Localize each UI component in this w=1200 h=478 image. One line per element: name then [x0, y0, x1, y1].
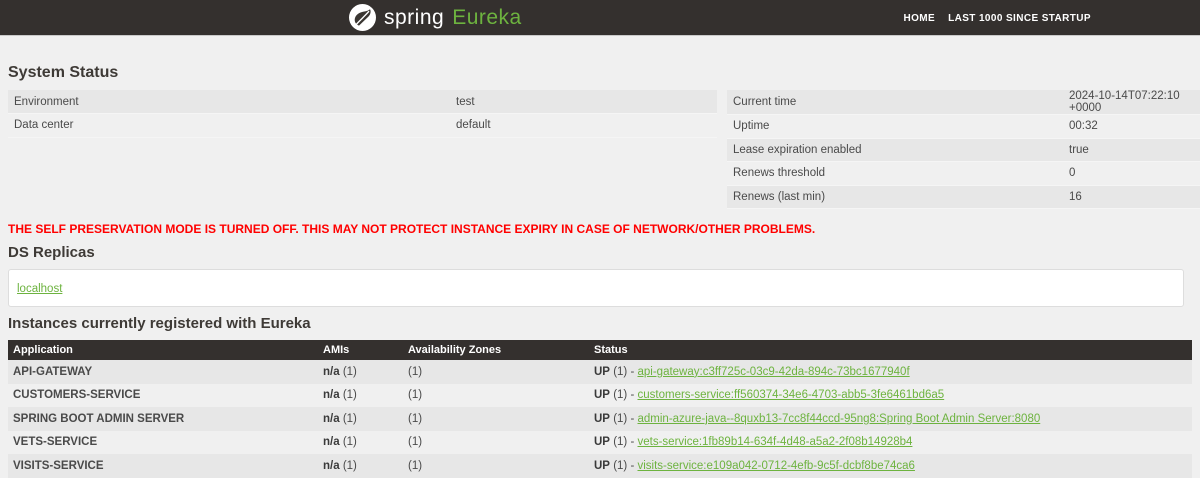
table-row: Environment test: [8, 90, 717, 114]
status-value: UP: [594, 436, 610, 449]
ds-replicas-panel: localhost: [8, 269, 1184, 307]
renews-threshold-value: 0: [1063, 161, 1200, 186]
instances-title: Instances currently registered with Eure…: [8, 315, 311, 332]
status-separator: -: [630, 412, 635, 425]
status-separator: -: [630, 389, 635, 402]
current-time-value: 2024-10-14T07:22:10 +0000: [1063, 90, 1200, 115]
lease-expiration-label: Lease expiration enabled: [727, 138, 1063, 162]
amis-value: n/a: [323, 389, 340, 402]
amis-count: (1): [342, 389, 357, 402]
nav-home-link[interactable]: HOME: [903, 13, 935, 24]
self-preservation-warning: THE SELF PRESERVATION MODE IS TURNED OFF…: [8, 222, 816, 236]
amis-value: n/a: [323, 365, 340, 378]
lease-expiration-value: true: [1063, 138, 1200, 162]
instance-link[interactable]: vets-service:1fb89b14-634f-4d48-a5a2-2f0…: [638, 436, 913, 448]
amis-count: (1): [342, 412, 357, 425]
status-separator: -: [630, 459, 635, 472]
amis-value: n/a: [323, 459, 340, 472]
application-name: SPRING BOOT ADMIN SERVER: [13, 412, 185, 425]
renews-threshold-label: Renews threshold: [727, 161, 1063, 186]
status-value: UP: [594, 365, 610, 378]
instance-link[interactable]: api-gateway:c3ff725c-03c9-42da-894c-73bc…: [638, 366, 910, 378]
brand-eureka-text: Eureka: [452, 5, 522, 29]
application-name: CUSTOMERS-SERVICE: [13, 389, 141, 402]
table-row: Current time 2024-10-14T07:22:10 +0000: [727, 90, 1200, 115]
table-row: VISITS-SERVICE n/a (1) (1) UP (1) - visi…: [8, 454, 1192, 478]
top-navbar: spring Eureka HOME LAST 1000 SINCE START…: [0, 0, 1200, 36]
col-application: Application: [8, 340, 318, 360]
datacenter-value: default: [450, 113, 717, 138]
runtime-status-table: Current time 2024-10-14T07:22:10 +0000 U…: [727, 90, 1200, 209]
table-row: API-GATEWAY n/a (1) (1) UP (1) - api-gat…: [8, 360, 1192, 384]
status-value: UP: [594, 389, 610, 402]
application-name: API-GATEWAY: [13, 365, 93, 378]
status-separator: -: [630, 365, 635, 378]
instance-link[interactable]: customers-service:ff560374-34e6-4703-abb…: [638, 389, 945, 401]
application-name: VISITS-SERVICE: [13, 459, 104, 472]
table-row: Lease expiration enabled true: [727, 138, 1200, 162]
table-row: Data center default: [8, 113, 717, 138]
amis-count: (1): [342, 459, 357, 472]
renews-last-min-value: 16: [1063, 185, 1200, 209]
instances-table: Application AMIs Availability Zones Stat…: [8, 340, 1192, 478]
instance-link[interactable]: visits-service:e109a042-0712-4efb-9c5f-d…: [638, 460, 915, 472]
instance-link[interactable]: admin-azure-java--8quxb13-7cc8f44ccd-95n…: [638, 413, 1041, 425]
status-count: (1): [613, 389, 628, 402]
col-status: Status: [589, 340, 1192, 360]
system-status-title: System Status: [8, 64, 119, 81]
table-row: Renews threshold 0: [727, 161, 1200, 186]
uptime-value: 00:32: [1063, 114, 1200, 139]
renews-last-min-label: Renews (last min): [727, 185, 1063, 209]
top-nav: HOME LAST 1000 SINCE STARTUP: [903, 0, 1091, 36]
zones-count: (1): [408, 436, 423, 449]
amis-value: n/a: [323, 412, 340, 425]
zones-count: (1): [408, 389, 423, 402]
amis-value: n/a: [323, 436, 340, 449]
table-row: Uptime 00:32: [727, 114, 1200, 139]
table-row: Renews (last min) 16: [727, 185, 1200, 209]
table-row: SPRING BOOT ADMIN SERVER n/a (1) (1) UP …: [8, 407, 1192, 431]
status-count: (1): [613, 365, 628, 378]
zones-count: (1): [408, 459, 423, 472]
uptime-label: Uptime: [727, 114, 1063, 139]
brand-spring-text: spring: [384, 5, 445, 29]
current-time-label: Current time: [727, 90, 1063, 115]
brand-link[interactable]: spring Eureka: [349, 4, 522, 31]
amis-count: (1): [342, 436, 357, 449]
col-availability-zones: Availability Zones: [403, 340, 589, 360]
zones-count: (1): [408, 412, 423, 425]
environment-table: Environment test Data center default: [8, 90, 717, 138]
ds-replicas-title: DS Replicas: [8, 244, 95, 261]
table-row: CUSTOMERS-SERVICE n/a (1) (1) UP (1) - c…: [8, 384, 1192, 408]
status-value: UP: [594, 412, 610, 425]
replica-localhost-link[interactable]: localhost: [17, 283, 62, 295]
status-count: (1): [613, 459, 628, 472]
application-name: VETS-SERVICE: [13, 436, 98, 449]
spring-logo-icon: [349, 4, 376, 31]
datacenter-label: Data center: [8, 113, 450, 138]
main-content: System Status Environment test Data cent…: [0, 64, 1200, 478]
status-value: UP: [594, 459, 610, 472]
nav-last-1000-link[interactable]: LAST 1000 SINCE STARTUP: [948, 13, 1091, 24]
status-separator: -: [630, 436, 635, 449]
table-row: VETS-SERVICE n/a (1) (1) UP (1) - vets-s…: [8, 431, 1192, 455]
env-label: Environment: [8, 90, 450, 114]
zones-count: (1): [408, 365, 423, 378]
amis-count: (1): [342, 365, 357, 378]
system-status-section: Environment test Data center default Cur…: [8, 90, 1200, 209]
instances-header-row: Application AMIs Availability Zones Stat…: [8, 340, 1192, 360]
env-value: test: [450, 90, 717, 114]
col-amis: AMIs: [318, 340, 403, 360]
status-count: (1): [613, 412, 628, 425]
status-count: (1): [613, 436, 628, 449]
